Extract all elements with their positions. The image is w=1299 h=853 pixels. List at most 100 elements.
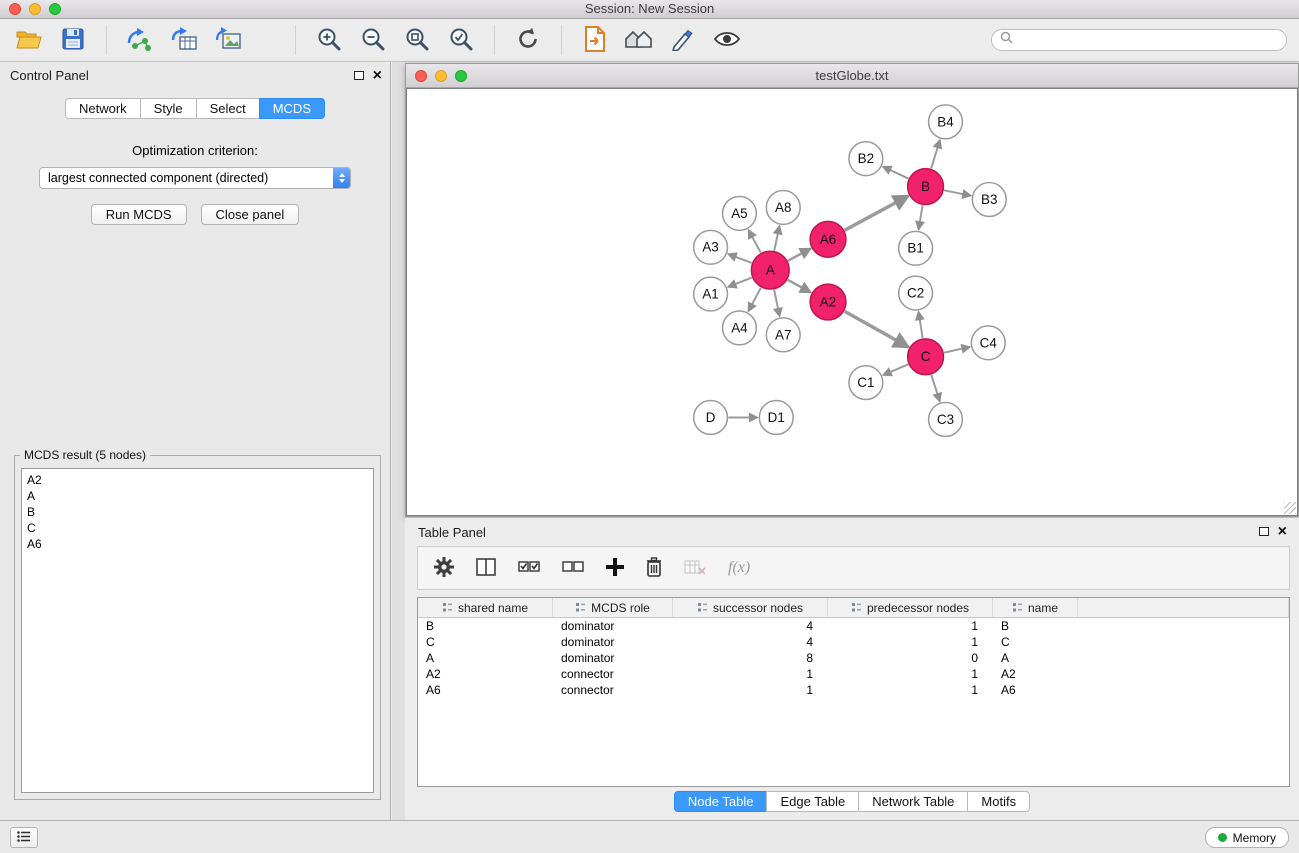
graph-node-A4[interactable]: A4 — [723, 311, 757, 345]
table-cell[interactable]: A2 — [993, 666, 1078, 682]
graph-node-A2[interactable]: A2 — [810, 284, 846, 320]
table-cell[interactable]: B — [418, 618, 553, 634]
open-session-button[interactable] — [12, 23, 46, 57]
graph-edge-C-C1[interactable] — [883, 364, 908, 375]
result-item[interactable]: A2 — [27, 472, 368, 488]
graph-node-D1[interactable]: D1 — [759, 401, 793, 435]
network-close-button[interactable] — [415, 70, 427, 82]
graph-node-B3[interactable]: B3 — [972, 183, 1006, 217]
table-cell[interactable]: C — [418, 634, 553, 650]
table-cell[interactable]: 4 — [673, 618, 828, 634]
home-views-button[interactable] — [622, 23, 656, 57]
tab-network-table[interactable]: Network Table — [858, 791, 968, 812]
annotation-button[interactable] — [666, 23, 700, 57]
graph-node-C[interactable]: C — [908, 339, 944, 375]
tab-edge-table[interactable]: Edge Table — [766, 791, 859, 812]
tab-style[interactable]: Style — [140, 98, 197, 119]
tab-mcds[interactable]: MCDS — [259, 98, 325, 119]
graph-edge-A6-B[interactable] — [845, 196, 908, 230]
node-table[interactable]: shared nameMCDS rolesuccessor nodesprede… — [417, 597, 1290, 787]
table-cell[interactable]: connector — [553, 666, 673, 682]
task-history-button[interactable] — [10, 827, 38, 848]
table-cell[interactable]: 1 — [828, 618, 993, 634]
graph-node-B4[interactable]: B4 — [929, 105, 963, 139]
table-cell[interactable]: dominator — [553, 650, 673, 666]
float-panel-button[interactable] — [354, 68, 364, 83]
graph-edge-B-B2[interactable] — [883, 167, 908, 179]
zoom-out-button[interactable] — [356, 23, 390, 57]
network-graph[interactable]: AA2A6BCA1A3A4A5A7A8B1B2B3B4C1C2C3C4DD1 — [407, 89, 1297, 515]
result-item[interactable]: A — [27, 488, 368, 504]
graph-node-B[interactable]: B — [908, 169, 944, 205]
graph-edge-B-B3[interactable] — [944, 190, 971, 195]
graph-edge-A-A1[interactable] — [728, 278, 752, 287]
close-mcds-panel-button[interactable]: Close panel — [201, 204, 300, 225]
run-mcds-button[interactable]: Run MCDS — [91, 204, 187, 225]
graph-edge-C-C2[interactable] — [918, 312, 922, 338]
table-cell[interactable]: 1 — [828, 666, 993, 682]
network-window-titlebar[interactable]: testGlobe.txt — [406, 64, 1298, 88]
search-box[interactable] — [991, 29, 1287, 51]
graph-edge-B-B1[interactable] — [919, 205, 923, 229]
close-window-button[interactable] — [9, 3, 21, 15]
graph-node-D[interactable]: D — [694, 401, 728, 435]
graph-edge-A-A6[interactable] — [788, 249, 811, 261]
zoom-window-button[interactable] — [49, 3, 61, 15]
graph-edge-A-A7[interactable] — [774, 290, 779, 317]
column-header-name[interactable]: name — [993, 598, 1078, 617]
graph-edge-A-A3[interactable] — [728, 254, 751, 263]
open-document-button[interactable] — [578, 23, 612, 57]
table-cell[interactable]: B — [993, 618, 1078, 634]
column-header-predecessor-nodes[interactable]: predecessor nodes — [828, 598, 993, 617]
add-row-button[interactable] — [606, 558, 624, 579]
table-row[interactable]: Cdominator41C — [418, 634, 1289, 650]
column-header-MCDS-role[interactable]: MCDS role — [553, 598, 673, 617]
graph-edge-B-B4[interactable] — [931, 140, 940, 168]
close-table-panel-button[interactable]: × — [1278, 524, 1287, 539]
column-layout-button[interactable] — [476, 558, 496, 579]
import-image-button[interactable] — [211, 23, 245, 57]
graph-node-C4[interactable]: C4 — [971, 326, 1005, 360]
graph-edge-A-A4[interactable] — [748, 288, 761, 311]
show-hide-button[interactable] — [710, 23, 744, 57]
table-row[interactable]: Adominator80A — [418, 650, 1289, 666]
graph-edge-C-C3[interactable] — [931, 375, 940, 402]
import-network-button[interactable] — [123, 23, 157, 57]
refresh-layout-button[interactable] — [511, 23, 545, 57]
table-settings-button[interactable] — [434, 557, 454, 580]
minimize-window-button[interactable] — [29, 3, 41, 15]
save-session-button[interactable] — [56, 23, 90, 57]
search-input[interactable] — [1018, 33, 1278, 47]
graph-edge-A-A2[interactable] — [788, 280, 811, 293]
delete-table-button[interactable] — [684, 558, 706, 579]
graph-node-C1[interactable]: C1 — [849, 366, 883, 400]
graph-node-A[interactable]: A — [751, 251, 789, 289]
criterion-dropdown[interactable]: largest connected component (directed) — [39, 167, 351, 189]
delete-row-button[interactable] — [646, 557, 662, 580]
table-cell[interactable]: dominator — [553, 634, 673, 650]
table-cell[interactable]: 8 — [673, 650, 828, 666]
memory-button[interactable]: Memory — [1205, 827, 1289, 848]
result-item[interactable]: C — [27, 520, 368, 536]
function-builder-button[interactable]: f(x) — [728, 559, 750, 577]
network-zoom-button[interactable] — [455, 70, 467, 82]
column-header-shared-name[interactable]: shared name — [418, 598, 553, 617]
table-row[interactable]: A2connector11A2 — [418, 666, 1289, 682]
zoom-fit-button[interactable] — [400, 23, 434, 57]
graph-node-A6[interactable]: A6 — [810, 221, 846, 257]
table-row[interactable]: A6connector11A6 — [418, 682, 1289, 698]
graph-node-C3[interactable]: C3 — [929, 403, 963, 437]
resize-grip[interactable] — [1284, 502, 1296, 514]
graph-node-A3[interactable]: A3 — [694, 230, 728, 264]
tab-motifs[interactable]: Motifs — [967, 791, 1030, 812]
close-panel-button[interactable]: × — [373, 68, 382, 83]
table-cell[interactable]: 1 — [828, 634, 993, 650]
graph-node-A1[interactable]: A1 — [694, 277, 728, 311]
table-cell[interactable]: dominator — [553, 618, 673, 634]
zoom-selected-button[interactable] — [444, 23, 478, 57]
graph-node-A7[interactable]: A7 — [766, 318, 800, 352]
import-table-button[interactable] — [167, 23, 201, 57]
mcds-result-list[interactable]: A2ABCA6 — [21, 468, 374, 793]
graph-edge-A-A5[interactable] — [748, 230, 760, 253]
float-table-panel-button[interactable] — [1259, 524, 1269, 539]
